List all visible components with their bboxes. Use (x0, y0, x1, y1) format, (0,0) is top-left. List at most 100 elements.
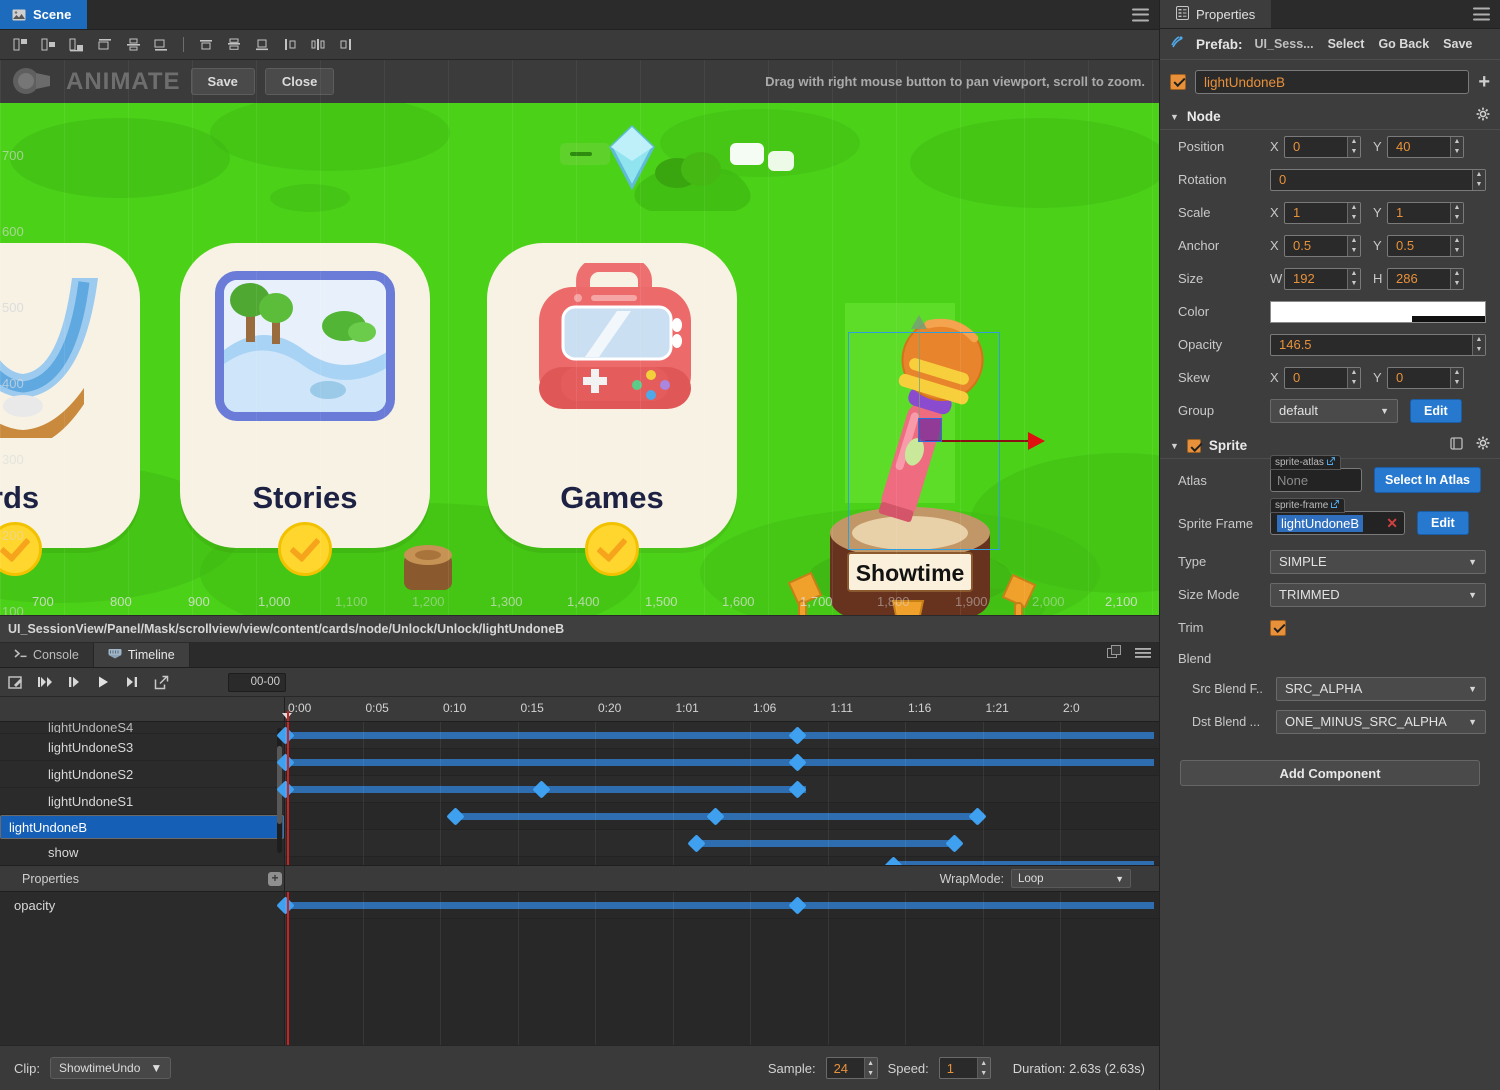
position-x-input[interactable]: 0 ▲ ▼ (1284, 135, 1361, 158)
clip-select[interactable]: ShowtimeUndo ▼ (50, 1057, 172, 1079)
atlas-value-box[interactable]: None (1270, 468, 1362, 492)
track-row[interactable]: show (0, 839, 284, 865)
keyframe-marker[interactable] (944, 834, 964, 853)
gear-icon[interactable] (1476, 107, 1490, 126)
opacity-input[interactable]: 146.5 ▲ ▼ (1270, 333, 1486, 356)
chevron-down-icon[interactable]: ▼ (1170, 112, 1179, 122)
atlas-asset-field[interactable]: sprite-atlas None (1270, 455, 1362, 492)
color-swatch[interactable] (1270, 300, 1486, 323)
stepper-arrows-icon[interactable]: ▲ ▼ (976, 1058, 990, 1078)
gizmo-anchor-handle[interactable] (918, 418, 942, 442)
type-select[interactable]: SIMPLE ▼ (1270, 549, 1486, 574)
x-icon[interactable]: ✕ (1386, 515, 1398, 532)
keyframe-bar[interactable] (696, 840, 955, 847)
chevron-down-icon[interactable]: ▼ (1170, 441, 1179, 451)
tab-scene[interactable]: Scene (0, 0, 88, 29)
tab-properties[interactable]: Properties (1160, 0, 1272, 28)
align-right-icon[interactable] (249, 34, 275, 56)
distribute-horizontal-center-icon[interactable] (305, 34, 331, 56)
animate-close-button[interactable]: Close (264, 68, 335, 95)
align-bottom-icon[interactable] (148, 34, 174, 56)
skew-y-input[interactable]: 0 ▲ ▼ (1387, 366, 1464, 389)
keyframe-marker[interactable] (788, 726, 807, 745)
scene-viewport[interactable]: rds (0, 60, 1159, 615)
track-row[interactable]: lightUndoneB (0, 815, 284, 839)
track-row[interactable]: lightUndoneS3 (0, 734, 284, 761)
sprite-frame-asset-field[interactable]: sprite-frame lightUndoneB ✕ (1270, 498, 1405, 535)
current-frame-field[interactable]: 00-00 (228, 672, 286, 692)
align-left-icon[interactable] (193, 34, 219, 56)
sprite-frame-edit-button[interactable]: Edit (1417, 511, 1469, 535)
hamburger-icon[interactable] (1473, 7, 1490, 21)
stepper-arrows-icon[interactable]: ▲ ▼ (1450, 136, 1463, 157)
track-keyframe-row[interactable] (285, 857, 1159, 865)
sample-stepper[interactable]: 24 ▲ ▼ (825, 1057, 878, 1079)
node-name-input[interactable]: lightUndoneB (1195, 70, 1470, 94)
keyframe-bar[interactable] (285, 902, 1154, 909)
property-keyframe-row[interactable] (275, 892, 1159, 919)
stepper-arrows-icon[interactable]: ▲ ▼ (1347, 136, 1360, 157)
rotation-input[interactable]: 0 ▲ ▼ (1270, 168, 1486, 191)
prefab-goback-button[interactable]: Go Back (1378, 37, 1429, 51)
stepper-arrows-icon[interactable]: ▲ ▼ (1347, 268, 1360, 289)
skew-x-input[interactable]: 0 ▲ ▼ (1284, 366, 1361, 389)
playhead-line[interactable] (287, 722, 289, 865)
external-link-icon[interactable] (1326, 457, 1336, 468)
plus-square-icon[interactable]: + (268, 871, 282, 886)
size-h-input[interactable]: 286 ▲ ▼ (1387, 267, 1464, 290)
record-icon[interactable] (3, 671, 29, 693)
align-right-edge-icon[interactable] (64, 34, 90, 56)
track-row[interactable]: lightUndoneS1 (0, 788, 284, 815)
external-link-icon[interactable] (1331, 500, 1340, 511)
plus-icon[interactable]: + (1478, 71, 1490, 94)
scale-y-input[interactable]: 1 ▲ ▼ (1387, 201, 1464, 224)
keyframe-marker[interactable] (968, 807, 987, 826)
distribute-horizontal-right-icon[interactable] (333, 34, 359, 56)
playhead-marker[interactable] (287, 711, 289, 721)
stepper-arrows-icon[interactable]: ▲ ▼ (1450, 202, 1463, 223)
position-y-input[interactable]: 40 ▲ ▼ (1387, 135, 1464, 158)
track-keyframe-row[interactable] (275, 776, 1159, 803)
wrapmode-select[interactable]: Loop ▼ (1011, 869, 1131, 888)
popout-icon[interactable] (148, 671, 174, 693)
node-enabled-checkbox[interactable] (1170, 74, 1186, 90)
track-keyframe-row[interactable] (285, 830, 1159, 857)
distribute-horizontal-left-icon[interactable] (277, 34, 303, 56)
stepper-arrows-icon[interactable]: ▲ ▼ (1472, 169, 1485, 190)
timeline-ruler-track[interactable]: 0:00 0:05 0:10 0:15 0:20 1:01 1:06 1:11 1:16 1:21… (282, 697, 1159, 721)
jump-to-start-icon[interactable] (32, 671, 58, 693)
keyframe-marker[interactable] (687, 834, 707, 853)
size-mode-select[interactable]: TRIMMED ▼ (1270, 582, 1486, 607)
card-stories[interactable]: Stories (180, 243, 430, 576)
anchor-x-input[interactable]: 0.5 ▲ ▼ (1284, 234, 1361, 257)
keyframe-marker[interactable] (446, 807, 465, 826)
add-component-button[interactable]: Add Component (1180, 760, 1480, 786)
keyframe-bar[interactable] (285, 732, 1154, 739)
card-games[interactable]: Games (487, 243, 737, 576)
trim-checkbox[interactable] (1270, 619, 1286, 636)
prefab-select-button[interactable]: Select (1328, 37, 1365, 51)
stepper-arrows-icon[interactable]: ▲ ▼ (1347, 235, 1360, 256)
prev-frame-icon[interactable] (61, 671, 87, 693)
src-blend-select[interactable]: SRC_ALPHA ▼ (1276, 676, 1486, 701)
keyframe-marker[interactable] (788, 896, 807, 915)
keyframe-marker[interactable] (788, 753, 807, 772)
track-keys-column[interactable] (275, 722, 1159, 865)
group-select[interactable]: default ▼ (1270, 398, 1398, 423)
track-row[interactable]: lightUndoneS4 (0, 722, 284, 734)
gizmo-y-arrow[interactable] (911, 315, 927, 329)
align-horizontal-center-edge-icon[interactable] (36, 34, 62, 56)
hamburger-icon[interactable] (1135, 646, 1151, 664)
align-top-icon[interactable] (92, 34, 118, 56)
hamburger-icon[interactable] (1132, 8, 1149, 21)
anchor-y-input[interactable]: 0.5 ▲ ▼ (1387, 234, 1464, 257)
card-rewards[interactable]: rds (0, 243, 140, 576)
tab-timeline[interactable]: Timeline (93, 643, 190, 667)
stepper-arrows-icon[interactable]: ▲ ▼ (1472, 334, 1485, 355)
play-icon[interactable] (90, 671, 116, 693)
sprite-enabled-checkbox[interactable] (1186, 438, 1201, 453)
gizmo-x-arrow[interactable] (1028, 432, 1045, 450)
scale-x-input[interactable]: 1 ▲ ▼ (1284, 201, 1361, 224)
stepper-arrows-icon[interactable]: ▲ ▼ (1450, 235, 1463, 256)
sprite-frame-value-box[interactable]: lightUndoneB ✕ (1270, 511, 1405, 535)
